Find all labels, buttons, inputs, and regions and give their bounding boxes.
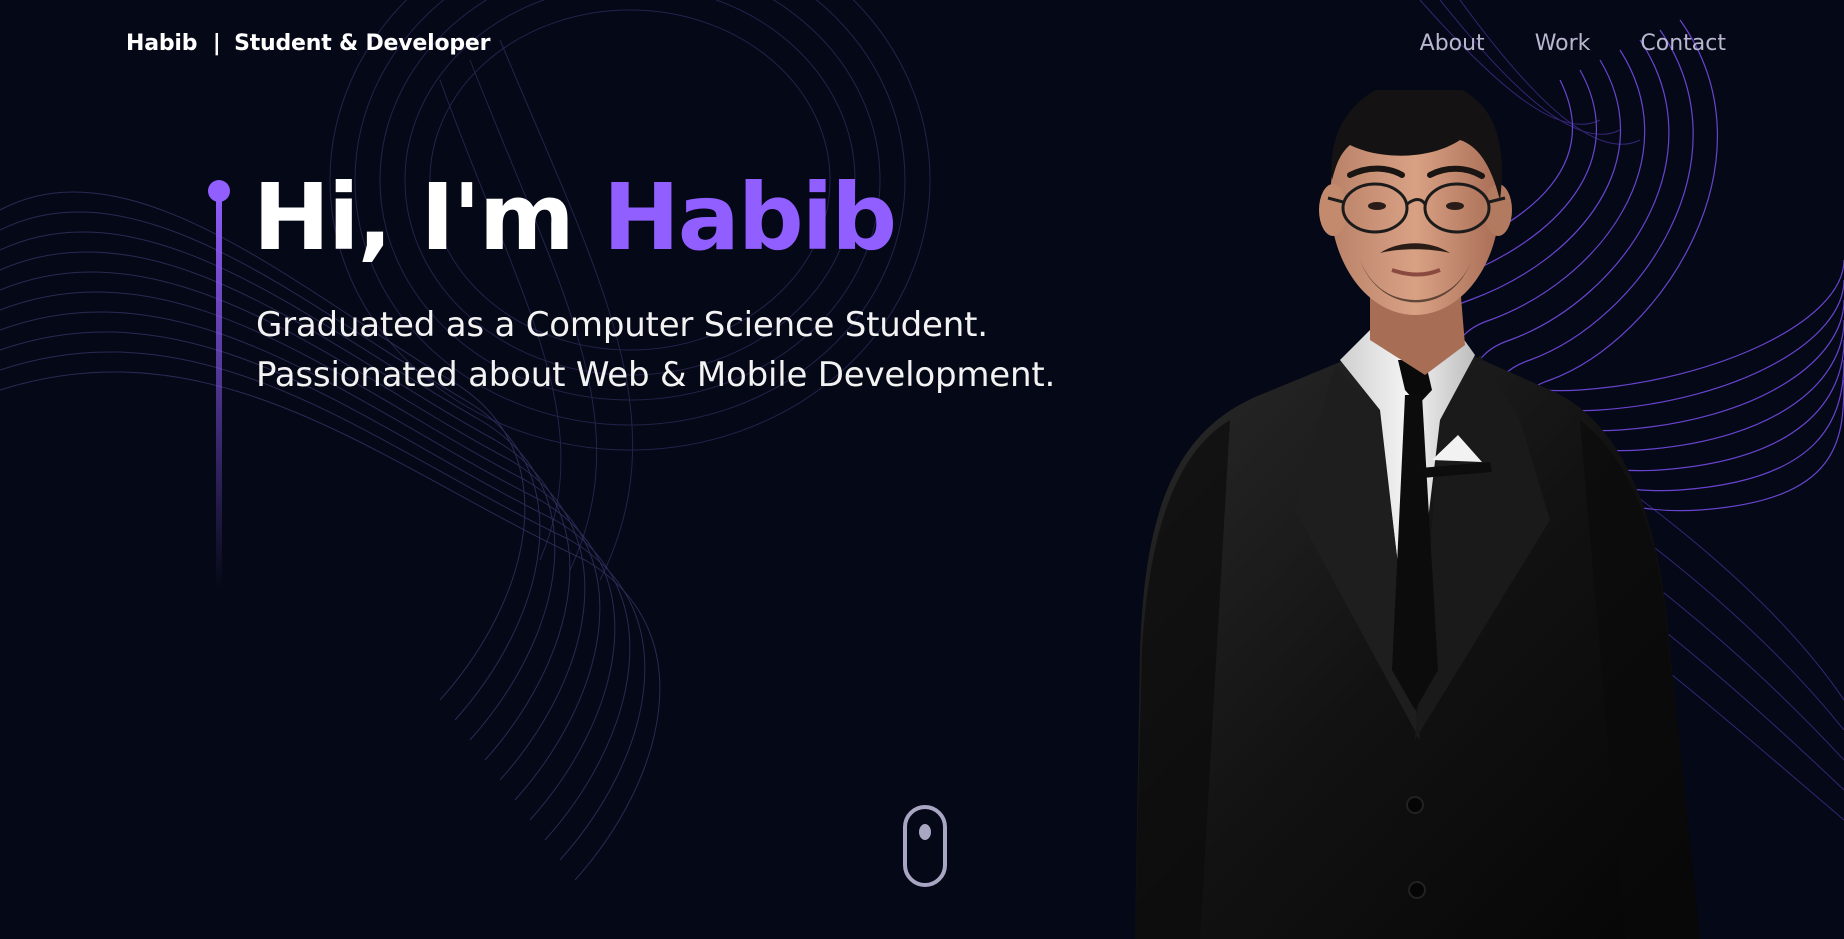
brand-name: Habib (126, 31, 198, 56)
hero-subtitle-line1: Graduated as a Computer Science Student. (256, 305, 988, 345)
nav-link-about[interactable]: About (1420, 31, 1485, 56)
nav-menu: About Work Contact (1420, 31, 1726, 56)
avatar-3d-model (1135, 90, 1700, 939)
hero-subtitle: Graduated as a Computer Science Student.… (256, 300, 1055, 400)
mouse-scroll-icon[interactable] (902, 804, 948, 888)
hero-title: Hi, I'm Habib (253, 164, 897, 271)
brand-logo-link[interactable]: Habib | Student & Developer (126, 31, 490, 56)
hero-subtitle-line2: Passionated about Web & Mobile Developme… (256, 355, 1056, 395)
hero-page: Habib | Student & Developer About Work C… (0, 0, 1844, 939)
brand-tagline: Student & Developer (234, 31, 491, 56)
nav-link-contact[interactable]: Contact (1640, 31, 1726, 56)
nav-link-work[interactable]: Work (1535, 31, 1591, 56)
hero-greeting: Hi, I'm (253, 164, 575, 271)
hero-accent-line (208, 180, 230, 590)
hero-name: Habib (602, 164, 897, 271)
top-navbar: Habib | Student & Developer About Work C… (0, 0, 1844, 92)
brand-separator: | (212, 31, 221, 56)
